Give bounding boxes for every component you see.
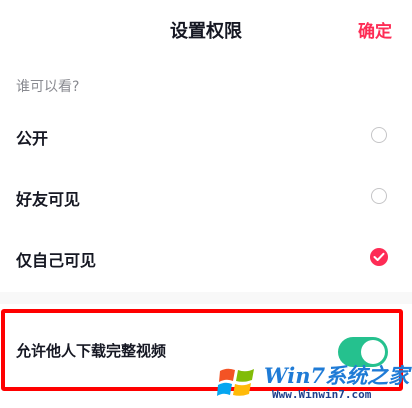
option-private[interactable]: 仅自己可见 xyxy=(0,233,412,281)
option-friends[interactable]: 好友可见 xyxy=(0,172,412,220)
confirm-button[interactable]: 确定 xyxy=(358,17,392,42)
option-label: 仅自己可见 xyxy=(16,251,97,270)
option-label: 公开 xyxy=(16,129,49,148)
page-title: 设置权限 xyxy=(170,21,242,42)
radio-unchecked-icon[interactable] xyxy=(371,127,387,143)
header: 设置权限 确定 xyxy=(0,0,412,58)
checkmark-icon xyxy=(373,252,385,261)
section-divider xyxy=(0,292,412,304)
option-label: 好友可见 xyxy=(16,190,81,209)
watermark-url: Www.Winwin7.com xyxy=(272,388,372,401)
radio-checked-icon[interactable] xyxy=(370,248,388,266)
watermark: Win7系统之家 Www.Winwin7.com xyxy=(214,356,412,408)
option-public[interactable]: 公开 xyxy=(0,111,412,159)
windows-logo-icon xyxy=(217,368,254,396)
radio-unchecked-icon[interactable] xyxy=(371,188,387,204)
watermark-name: Win7系统之家 xyxy=(264,363,410,388)
download-label: 允许他人下载完整视频 xyxy=(16,342,167,360)
visibility-section-label: 谁可以看? xyxy=(16,79,80,95)
